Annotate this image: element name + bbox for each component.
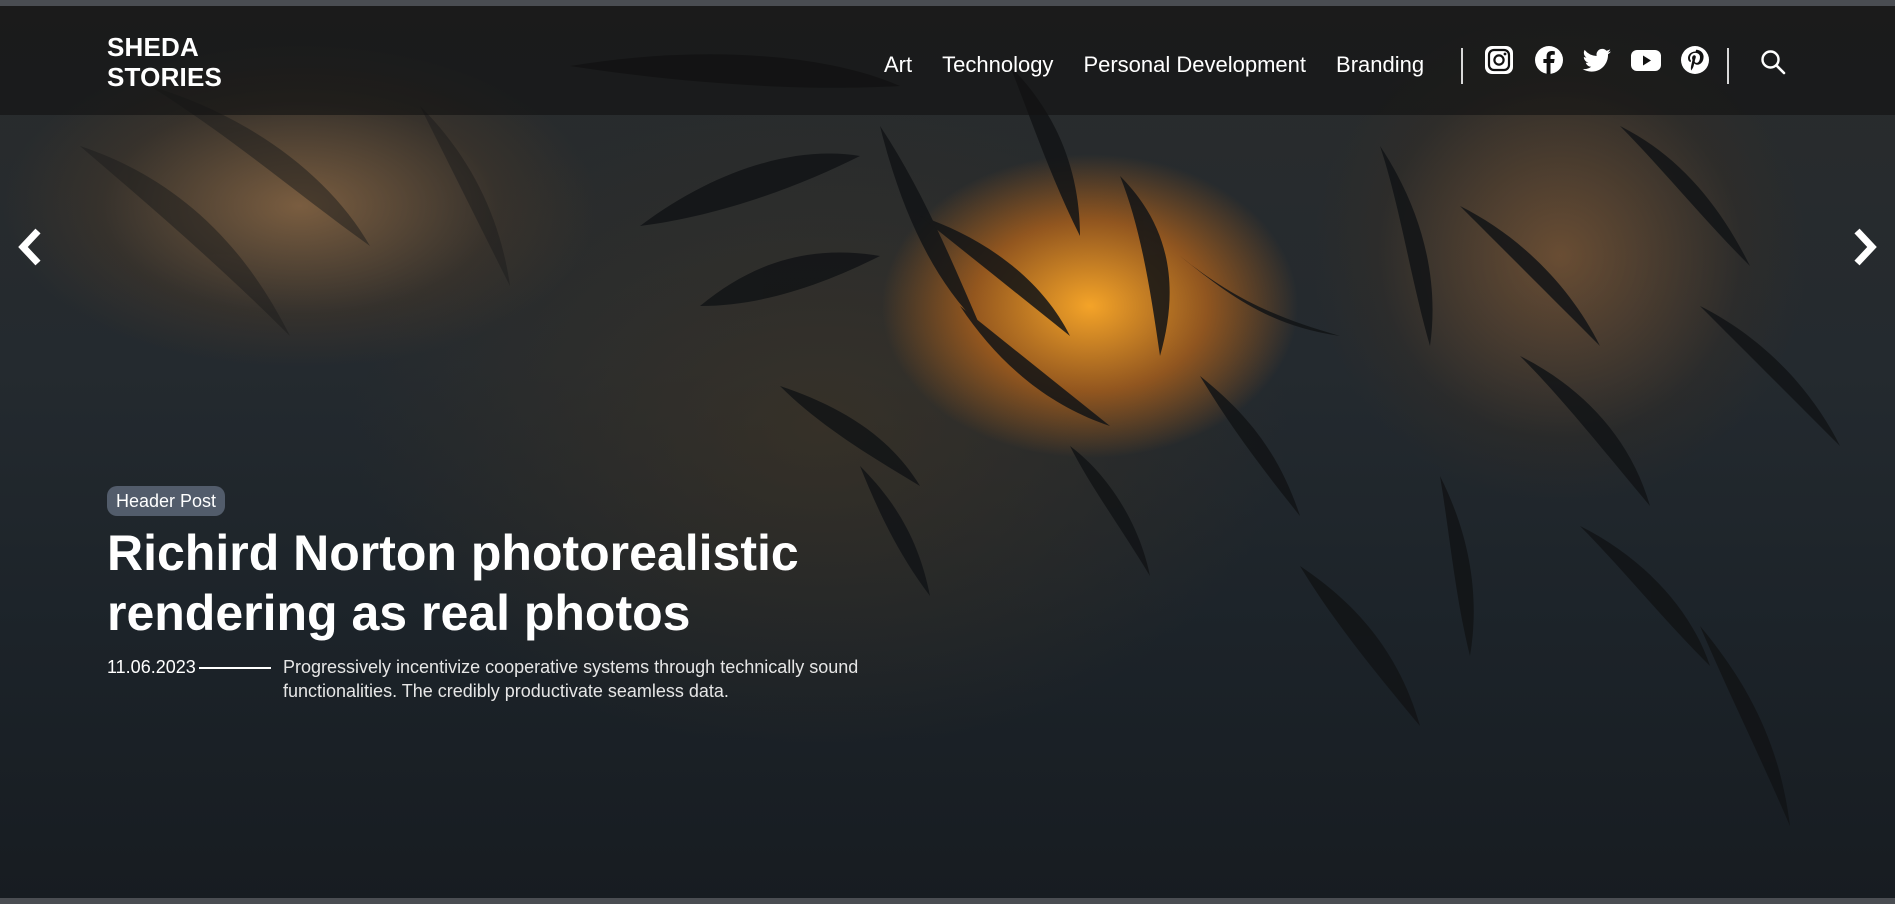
site-header: SHEDA STORIES Art Technology Personal De… <box>0 6 1895 115</box>
post-excerpt: Progressively incentivize cooperative sy… <box>283 655 923 703</box>
post-title-line-1: Richird Norton photorealistic <box>107 525 799 581</box>
foliage-silhouette <box>80 54 1840 826</box>
featured-post: Header Post Richird Norton photorealisti… <box>107 486 927 705</box>
post-title-line-2: rendering as real photos <box>107 585 691 641</box>
post-meta: 11.06.2023 Progressively incentivize coo… <box>107 655 927 705</box>
chevron-right-icon <box>1854 228 1877 266</box>
main-nav: Art Technology Personal Development Bran… <box>884 50 1424 80</box>
instagram-icon[interactable] <box>1483 44 1515 76</box>
post-excerpt-line-2: functionalities. The credibly productiva… <box>283 681 729 701</box>
nav-link-branding[interactable]: Branding <box>1336 50 1424 80</box>
nav-link-art[interactable]: Art <box>884 50 912 80</box>
pinterest-icon[interactable] <box>1679 44 1711 76</box>
post-excerpt-line-1: Progressively incentivize cooperative sy… <box>283 657 859 677</box>
date-divider-line <box>199 667 271 669</box>
post-category-badge[interactable]: Header Post <box>107 486 226 516</box>
search-icon[interactable] <box>1757 46 1789 78</box>
social-divider <box>1727 48 1729 84</box>
post-title[interactable]: Richird Norton photorealistic rendering … <box>107 523 927 643</box>
twitter-icon[interactable] <box>1581 44 1613 76</box>
logo-line-2: STORIES <box>107 62 223 92</box>
youtube-icon[interactable] <box>1630 44 1662 76</box>
nav-link-technology[interactable]: Technology <box>942 50 1053 80</box>
nav-divider <box>1461 48 1463 84</box>
slider-next-button[interactable] <box>1849 225 1881 269</box>
logo-line-1: SHEDA <box>107 32 200 62</box>
chevron-left-icon <box>18 228 41 266</box>
facebook-icon[interactable] <box>1533 44 1565 76</box>
site-logo[interactable]: SHEDA STORIES <box>107 32 222 92</box>
slider-prev-button[interactable] <box>14 225 46 269</box>
nav-link-personal-development[interactable]: Personal Development <box>1083 50 1306 80</box>
hero-background <box>0 0 1895 904</box>
post-date: 11.06.2023 <box>107 657 196 677</box>
